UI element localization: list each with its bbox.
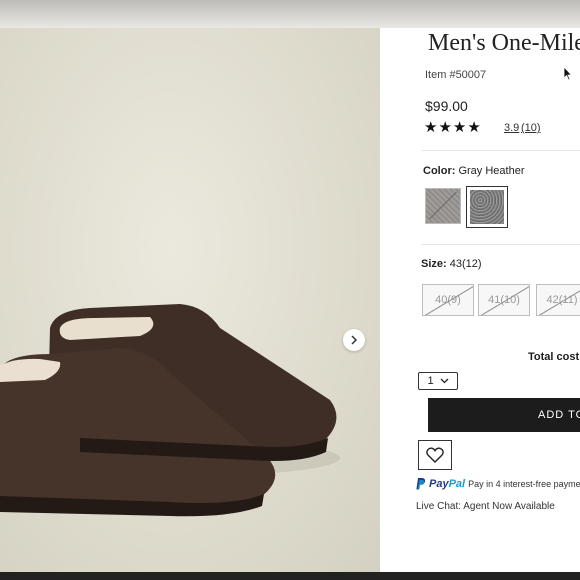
- color-selected-value: Gray Heather: [458, 165, 525, 177]
- paypal-logo-pay: Pay: [429, 478, 449, 490]
- paypal-logo: PayPal: [429, 478, 465, 490]
- monitor-bezel-top: [0, 0, 580, 28]
- item-number: Item #50007: [425, 69, 487, 81]
- quantity-select[interactable]: 1: [418, 372, 458, 390]
- size-option[interactable]: 40(9): [422, 284, 474, 316]
- add-to-bag-button[interactable]: ADD TO: [428, 398, 580, 432]
- live-chat-link[interactable]: Live Chat: Agent Now Available: [416, 501, 555, 512]
- paypal-logo-pal: Pal: [448, 478, 466, 490]
- size-selected-value: 43(12): [449, 258, 482, 270]
- rating-stars: ★★★★: [424, 119, 482, 136]
- heart-icon: [426, 447, 444, 463]
- monitor-bezel-bottom: [0, 572, 580, 580]
- size-option[interactable]: 42(11): [536, 284, 580, 316]
- color-label: Color: Gray Heather: [423, 165, 524, 177]
- swatch-texture: [470, 190, 504, 224]
- paypal-financing[interactable]: PayPal Pay in 4 interest-free payments: [416, 478, 580, 490]
- total-cost-label: Total cost: [528, 351, 580, 363]
- favorite-button[interactable]: [418, 440, 452, 470]
- divider: [422, 150, 580, 151]
- screen: Men's One-Mile Item #50007 $99.00 ★★★★ 3…: [0, 0, 580, 580]
- next-image-button[interactable]: [343, 329, 365, 351]
- paypal-icon: [416, 478, 426, 490]
- review-count-link[interactable]: (10): [521, 122, 541, 134]
- slipper-illustration: [0, 304, 340, 517]
- product-price: $99.00: [425, 98, 468, 114]
- chevron-down-icon: [440, 378, 449, 384]
- divider: [422, 244, 580, 245]
- product-title: Men's One-Mile: [428, 30, 580, 56]
- size-label-title: Size:: [421, 258, 447, 270]
- quantity-value: 1: [427, 375, 434, 387]
- mouse-cursor-icon: [563, 66, 573, 81]
- color-swatch-gray-heather[interactable]: [466, 186, 508, 228]
- product-image[interactable]: [0, 28, 380, 572]
- color-label-title: Color:: [423, 165, 456, 177]
- size-label: Size: 43(12): [421, 258, 482, 270]
- size-option[interactable]: 41(10): [478, 284, 530, 316]
- chevron-right-icon: [351, 335, 358, 345]
- color-swatch-unavailable[interactable]: [425, 188, 461, 224]
- rating-value-link[interactable]: 3.9: [504, 122, 519, 134]
- paypal-message: Pay in 4 interest-free payments: [468, 479, 580, 489]
